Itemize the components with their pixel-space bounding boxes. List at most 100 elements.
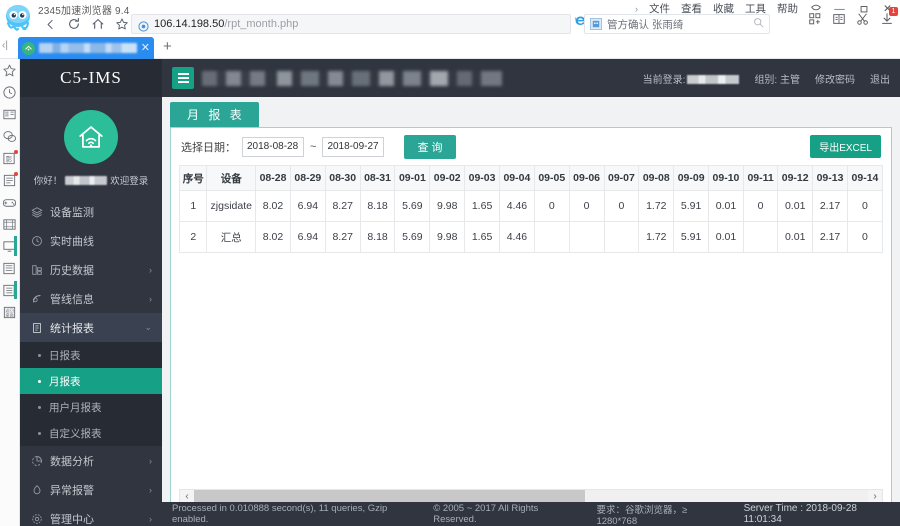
menu-help[interactable]: 帮助: [777, 1, 798, 16]
tab-close-icon[interactable]: ✕: [141, 42, 150, 54]
sidebar-item-label: 异常报警: [50, 484, 94, 497]
address-bar-text: 106.14.198.50/rpt_month.php: [154, 18, 298, 30]
chevron-down-icon: ⌄: [144, 322, 152, 332]
sidebar-item-alarm[interactable]: 异常报警 ›: [20, 475, 162, 504]
table-header-cell: 09-10: [708, 165, 744, 191]
table-header-cell: 09-04: [498, 165, 535, 191]
greeting-suffix: 欢迎登录: [110, 176, 149, 187]
app-logo: C5-IMS: [20, 59, 162, 97]
table-cell: 0.01: [708, 221, 744, 253]
table-cell: 汇总: [206, 221, 257, 253]
sidebar-item-history-data[interactable]: 历史数据 ›: [20, 255, 162, 284]
scroll-left-icon[interactable]: ‹: [180, 491, 194, 502]
rail-news-icon[interactable]: [2, 107, 17, 122]
rail-star-icon[interactable]: [2, 63, 17, 78]
table-cell: 8.18: [359, 221, 396, 253]
apps-grid-icon[interactable]: [808, 12, 822, 31]
table-cell: 6.94: [289, 190, 326, 222]
table-cell: 1: [179, 190, 208, 222]
rail-screen-icon[interactable]: [2, 236, 17, 256]
table-cell: 5.91: [673, 221, 710, 253]
table-cell: 8.27: [324, 190, 361, 222]
tab-monthly-report[interactable]: 月 报 表: [170, 102, 259, 127]
hamburger-icon[interactable]: [172, 67, 194, 89]
footer-server-time: Server Time : 2018-09-28 11:01:34: [743, 503, 857, 525]
sidebar-item-arrow: ›: [149, 455, 152, 466]
database-icon: [30, 264, 43, 276]
sidebar-item-statistics-report[interactable]: 统计报表 ⌄: [20, 313, 162, 342]
scroll-right-icon[interactable]: ›: [868, 491, 882, 502]
username-redacted: [65, 175, 108, 185]
sidebar-item-arrow: ›: [149, 484, 152, 495]
query-button[interactable]: 查 询: [404, 134, 456, 159]
table-cell: 9.98: [429, 221, 466, 253]
new-tab-button[interactable]: +: [163, 39, 172, 55]
table-cell: 2.17: [812, 221, 848, 253]
report-table: 序号 设备 08-28 08-29 08-30 08-31 09-01 09-02 09-03 0…: [179, 165, 883, 253]
table-cell: 8.02: [255, 190, 291, 222]
table-head: 序号 设备 08-28 08-29 08-30 08-31 09-01 09-02 09-03 0…: [179, 165, 883, 191]
rail-list-icon[interactable]: [2, 281, 17, 299]
sidebar-item-monthly-report[interactable]: 月报表: [20, 368, 162, 394]
reading-mode-icon[interactable]: [832, 12, 846, 31]
tab-scroll-left-icon[interactable]: ‹|: [2, 40, 8, 51]
change-password-link[interactable]: 修改密码: [815, 71, 855, 86]
filter-bar: 选择日期： 2018-08-28 ~ 2018-09-27 查 询 导出EXCE…: [171, 128, 891, 165]
search-box[interactable]: 管方确认 张雨绮: [584, 14, 770, 34]
rail-bookshelf-icon[interactable]: [2, 261, 17, 276]
reload-icon[interactable]: [62, 13, 86, 35]
table-header-cell: 设备: [206, 165, 257, 191]
table-header-cell: 09-07: [603, 165, 640, 191]
browser-toolbar: 2345加速浏览器 9.4 106.14.198.50/rpt_month.ph…: [0, 0, 900, 54]
table-cell: 0: [568, 190, 605, 222]
export-excel-button[interactable]: 导出EXCEL: [810, 135, 881, 158]
sidebar-item-user-monthly-report[interactable]: 用户月报表: [20, 394, 162, 420]
sidebar-item-data-analysis[interactable]: 数据分析 ›: [20, 446, 162, 475]
sidebar-item-label: 管线信息: [50, 293, 94, 306]
sidebar-item-pipeline-info[interactable]: 管线信息 ›: [20, 284, 162, 313]
table-row: 1 zjgsidate 8.02 6.94 8.27 8.18 5.69 9.98 1.65 4.…: [179, 190, 883, 222]
sidebar-item-label: 统计报表: [50, 322, 94, 335]
menu-overflow-icon[interactable]: ›: [635, 4, 638, 14]
rail-desktop-icon[interactable]: 返回 桌面: [2, 305, 17, 320]
sidebar-item-label: 历史数据: [50, 264, 94, 277]
table-cell: 9.98: [429, 190, 466, 222]
rail-novel-icon[interactable]: [2, 172, 18, 188]
date-end-input[interactable]: 2018-09-27: [322, 136, 385, 157]
table-header-cell: 08-29: [289, 165, 326, 191]
rail-video-icon[interactable]: 影: [2, 150, 18, 166]
sidebar-item-daily-report[interactable]: 日报表: [20, 342, 162, 368]
sidebar-item-device-monitor[interactable]: 设备监测: [20, 197, 162, 226]
screenshot-scissors-icon[interactable]: [856, 12, 870, 31]
sidebar-item-realtime-curve[interactable]: 实时曲线: [20, 226, 162, 255]
table-header-cell: 09-09: [673, 165, 710, 191]
table-cell: zjgsidate: [206, 190, 257, 222]
sidebar-item-management-center[interactable]: 管理中心 ›: [20, 504, 162, 526]
sidebar-subitem-label: 用户月报表: [49, 401, 102, 414]
rail-movie-icon[interactable]: [2, 217, 17, 232]
table-cell: [742, 221, 779, 253]
address-bar[interactable]: 106.14.198.50/rpt_month.php: [131, 14, 571, 34]
rail-game-icon[interactable]: [2, 195, 17, 210]
sidebar-item-custom-report[interactable]: 自定义报表: [20, 420, 162, 446]
pipe-icon: [30, 293, 43, 305]
sidebar-item-arrow: ›: [149, 513, 152, 524]
home-icon[interactable]: [86, 13, 110, 35]
download-icon[interactable]: 1: [880, 7, 898, 31]
sidebar-subitem-label: 月报表: [49, 375, 81, 388]
footer-requirement: 要求：谷歌浏览器，≥ 1280*768: [596, 504, 688, 526]
search-input[interactable]: 管方确认 张雨绮: [607, 17, 683, 32]
table-cell: 8.18: [359, 190, 396, 222]
sidebar-subitem-label: 日报表: [49, 349, 81, 362]
report-icon: [30, 322, 43, 334]
table-cell: 0: [742, 190, 779, 222]
date-start-input[interactable]: 2018-08-28: [242, 136, 304, 157]
logout-link[interactable]: 退出: [870, 71, 890, 86]
rail-history-icon[interactable]: [2, 85, 17, 100]
browser-tab-active[interactable]: ✕: [18, 37, 154, 59]
rail-wechat-icon[interactable]: [2, 129, 17, 144]
search-icon[interactable]: [753, 15, 764, 33]
back-arrow-icon[interactable]: [38, 13, 62, 35]
svg-text:桌面: 桌面: [5, 312, 13, 319]
table-cell: 8.02: [255, 221, 291, 253]
